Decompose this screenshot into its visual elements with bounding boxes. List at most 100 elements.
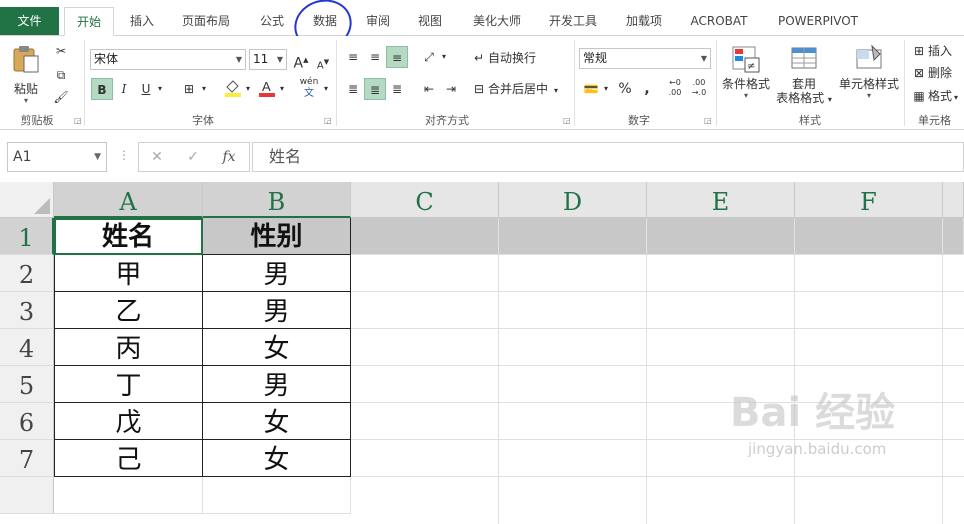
row-header-1[interactable]: 1: [0, 218, 54, 255]
chevron-down-icon[interactable]: ▾: [600, 78, 612, 100]
align-center-icon[interactable]: ≣: [364, 78, 386, 100]
cell-b4[interactable]: 女: [203, 329, 351, 366]
cell-b8[interactable]: [203, 477, 351, 514]
row-header-4[interactable]: 4: [0, 329, 54, 366]
chevron-down-icon[interactable]: ▾: [320, 78, 332, 100]
chevron-down-icon[interactable]: ▾: [154, 78, 166, 100]
cell-g1[interactable]: [943, 218, 964, 255]
column-header-a[interactable]: A: [54, 182, 203, 218]
conditional-formatting-button[interactable]: ≠ 条件格式 ▾: [719, 42, 773, 102]
wrap-text-button[interactable]: ↵ 自动换行: [470, 47, 536, 69]
cell-b6[interactable]: 女: [203, 403, 351, 440]
comma-style-button[interactable]: ,: [636, 78, 658, 100]
dialog-launcher-icon[interactable]: ◲: [704, 116, 712, 125]
cell-a3[interactable]: 乙: [54, 292, 203, 329]
align-middle-icon[interactable]: ≡: [364, 46, 386, 68]
accounting-format-icon[interactable]: 💳: [580, 78, 602, 100]
bold-button[interactable]: B: [91, 78, 113, 100]
tab-developer[interactable]: 开发工具: [540, 7, 606, 36]
align-top-icon[interactable]: ≡: [342, 46, 364, 68]
delete-cells-button[interactable]: ⊠ 删除: [910, 62, 952, 84]
cell-e1[interactable]: [647, 218, 795, 255]
tab-formulas[interactable]: 公式: [250, 7, 294, 36]
cell-d1[interactable]: [499, 218, 647, 255]
cell-a5[interactable]: 丁: [54, 366, 203, 403]
format-painter-icon[interactable]: 🖌: [50, 86, 72, 108]
tab-beautify[interactable]: 美化大师: [464, 7, 530, 36]
row-header-2[interactable]: 2: [0, 255, 54, 292]
dialog-launcher-icon[interactable]: ◲: [563, 116, 571, 125]
cell-styles-button[interactable]: 单元格样式 ▾: [836, 42, 902, 102]
tab-file[interactable]: 文件: [0, 7, 59, 35]
phonetic-icon[interactable]: wén 文: [298, 76, 320, 99]
cell-a7[interactable]: 己: [54, 440, 203, 477]
chevron-down-icon[interactable]: ▾: [276, 78, 288, 100]
increase-indent-icon[interactable]: ⇥: [440, 78, 462, 100]
font-name-combo[interactable]: 宋体 ▼: [90, 49, 246, 70]
tab-page-layout[interactable]: 页面布局: [172, 7, 240, 36]
fill-color-icon[interactable]: [222, 78, 244, 100]
cell-b2[interactable]: 男: [203, 255, 351, 292]
align-left-icon[interactable]: ≣: [342, 78, 364, 100]
row-header-6[interactable]: 6: [0, 403, 54, 440]
tab-acrobat[interactable]: ACROBAT: [682, 7, 756, 36]
row-header-5[interactable]: 5: [0, 366, 54, 403]
paste-button[interactable]: 粘贴 ▾: [8, 42, 44, 106]
increase-decimal-icon[interactable]: ←0.00: [664, 78, 686, 100]
italic-button[interactable]: I: [113, 78, 135, 100]
chevron-down-icon[interactable]: ▾: [438, 46, 450, 68]
format-cells-button[interactable]: ▦ 格式 ▾: [910, 85, 958, 107]
chevron-down-icon[interactable]: ▾: [242, 78, 254, 100]
cell-a6[interactable]: 戊: [54, 403, 203, 440]
cell-c1[interactable]: [351, 218, 499, 255]
column-header-d[interactable]: D: [499, 182, 647, 218]
cell-a2[interactable]: 甲: [54, 255, 203, 292]
chevron-down-icon[interactable]: ▾: [198, 78, 210, 100]
column-header-c[interactable]: C: [351, 182, 499, 218]
align-right-icon[interactable]: ≣: [386, 78, 408, 100]
copy-icon[interactable]: ⧉: [50, 64, 72, 86]
cell-f1[interactable]: [795, 218, 943, 255]
tab-home[interactable]: 开始: [64, 7, 114, 36]
font-size-combo[interactable]: 11 ▼: [249, 49, 287, 70]
column-header-b[interactable]: B: [203, 182, 351, 218]
enter-icon[interactable]: ✓: [179, 143, 207, 171]
cancel-icon[interactable]: ✕: [143, 143, 171, 171]
row-header-8[interactable]: [0, 477, 54, 514]
decrease-indent-icon[interactable]: ⇤: [418, 78, 440, 100]
column-header-f[interactable]: F: [795, 182, 943, 218]
shrink-font-icon[interactable]: A▼: [312, 51, 334, 73]
cell-a8[interactable]: [54, 477, 203, 514]
tab-view[interactable]: 视图: [408, 7, 452, 36]
percent-button[interactable]: %: [614, 78, 636, 100]
formula-input[interactable]: 姓名: [252, 142, 964, 172]
insert-function-icon[interactable]: fx: [215, 143, 243, 171]
cell-b3[interactable]: 男: [203, 292, 351, 329]
row-header-7[interactable]: 7: [0, 440, 54, 477]
merge-center-button[interactable]: ⊟ 合并后居中 ▾: [470, 78, 558, 100]
grow-font-icon[interactable]: A▲: [290, 49, 312, 72]
cell-b7[interactable]: 女: [203, 440, 351, 477]
dialog-launcher-icon[interactable]: ◲: [324, 116, 332, 125]
name-box[interactable]: A1 ▼: [7, 142, 107, 172]
number-format-combo[interactable]: 常规 ▼: [579, 48, 711, 69]
orientation-icon[interactable]: ⤢: [418, 46, 440, 68]
font-color-icon[interactable]: A: [256, 78, 278, 100]
dialog-launcher-icon[interactable]: ◲: [74, 116, 82, 125]
tab-insert[interactable]: 插入: [120, 7, 164, 36]
row-header-3[interactable]: 3: [0, 292, 54, 329]
decrease-decimal-icon[interactable]: .00 →.0: [688, 78, 710, 100]
borders-icon[interactable]: ⊞: [178, 78, 200, 100]
tab-review[interactable]: 审阅: [356, 7, 400, 36]
cell-b1[interactable]: 性别: [203, 218, 351, 255]
tab-addins[interactable]: 加载项: [617, 7, 671, 36]
column-header-g[interactable]: [943, 182, 964, 218]
cell-a4[interactable]: 丙: [54, 329, 203, 366]
select-all-button[interactable]: [0, 182, 54, 218]
insert-cells-button[interactable]: ⊞ 插入: [910, 40, 952, 62]
column-header-e[interactable]: E: [647, 182, 795, 218]
align-bottom-icon[interactable]: ≡: [386, 46, 408, 68]
cell-b5[interactable]: 男: [203, 366, 351, 403]
tab-powerpivot[interactable]: POWERPIVOT: [768, 7, 868, 36]
format-as-table-button[interactable]: 套用 表格格式 ▾: [774, 42, 834, 106]
